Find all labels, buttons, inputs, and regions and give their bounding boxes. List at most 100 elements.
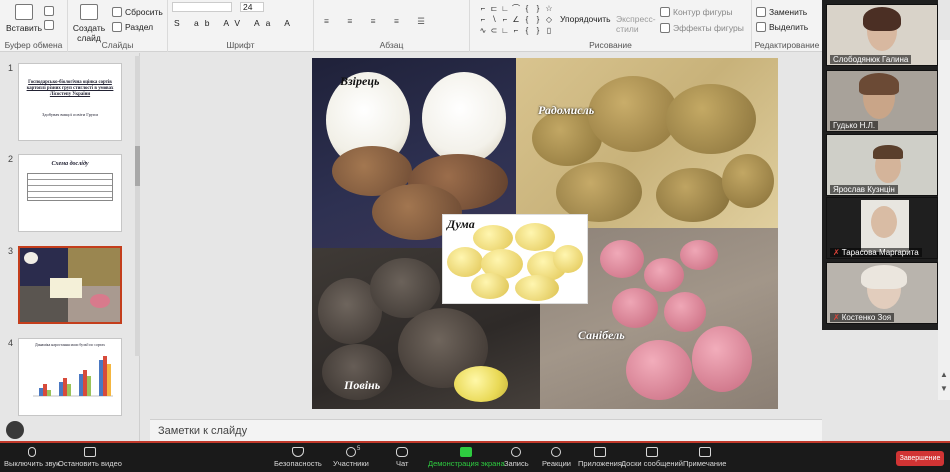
- stop-video-button[interactable]: Остановить видео: [58, 447, 122, 468]
- microphone-icon: [27, 447, 36, 457]
- smile-icon: [551, 447, 562, 457]
- paste-button[interactable]: Вставить: [6, 4, 42, 33]
- notes-icon: [698, 447, 711, 457]
- select-icon: [756, 22, 766, 32]
- apps-icon: [593, 447, 606, 457]
- font-group: 24 S ab AV Aa A Шрифт: [168, 0, 314, 52]
- participants-panel: Слободянюк Галина Гудько Н.Л. Ярослав Ку…: [822, 0, 938, 330]
- shape-outline-button[interactable]: Контур фигуры: [660, 7, 732, 17]
- reset-icon: [112, 7, 122, 17]
- scissors-icon: [44, 6, 54, 16]
- thumbnail-slide-3[interactable]: [18, 246, 122, 324]
- scroll-down-icon[interactable]: ▼: [940, 384, 948, 393]
- thumb-chart: [33, 356, 113, 397]
- express-styles-button[interactable]: Экспресс-стили: [616, 14, 656, 34]
- section-button[interactable]: Раздел: [112, 22, 153, 32]
- thumb-number: 2: [8, 154, 14, 164]
- participant-name: Слободянюк Галина: [830, 55, 912, 64]
- photo-radomysl: Радомисль: [516, 58, 778, 228]
- copy-icon: [44, 20, 54, 30]
- reset-button[interactable]: Сбросить: [112, 7, 163, 17]
- meeting-toolbar: Выключить звук Остановить видео Безопасн…: [0, 443, 950, 472]
- participant-name: ✗ Тарасова Маргарита: [830, 248, 922, 257]
- drawing-group-label: Рисование: [589, 40, 632, 50]
- participant-name: Ярослав Кузнцін: [830, 185, 898, 194]
- people-icon: [345, 447, 356, 457]
- avatar: [871, 206, 897, 238]
- label-vzirets: Взірець: [340, 74, 380, 88]
- photo-duma: Дума: [442, 214, 588, 304]
- label-povin: Повінь: [344, 378, 381, 392]
- cut-button[interactable]: [44, 6, 54, 16]
- thumb-number: 1: [8, 63, 14, 73]
- record-button[interactable]: Запись: [504, 447, 529, 468]
- scroll-up-icon[interactable]: ▲: [940, 370, 948, 379]
- notes-button[interactable]: Примечание: [683, 447, 726, 468]
- thumbnails-scrollbar[interactable]: [135, 56, 140, 356]
- share-screen-button[interactable]: Демонстрация экрана: [428, 447, 505, 468]
- participant-video-4[interactable]: ✗ Тарасова Маргарита: [826, 197, 938, 259]
- muted-mic-icon: ✗: [833, 248, 840, 257]
- thumb-number: 4: [8, 338, 14, 348]
- label-radomysl: Радомисль: [538, 103, 595, 117]
- select-button[interactable]: Выделить: [756, 22, 808, 32]
- copy-button[interactable]: [44, 20, 54, 30]
- participant-video-1[interactable]: Слободянюк Галина: [826, 4, 938, 66]
- thumbnail-slide-4[interactable]: Динаміка наростання маси бульб по сортах: [18, 338, 122, 416]
- editor-scrollbar[interactable]: ▲ ▼: [938, 40, 950, 400]
- clipboard-group-label: Буфер обмена: [4, 40, 63, 50]
- apps-button[interactable]: Приложения: [578, 447, 622, 468]
- security-button[interactable]: Безопасность: [274, 447, 322, 468]
- new-slide-button[interactable]: Создать слайд: [72, 4, 106, 43]
- font-group-label: Шрифт: [226, 40, 255, 50]
- muted-mic-icon: ✗: [833, 313, 840, 322]
- label-duma: Дума: [447, 217, 475, 231]
- chat-icon: [396, 447, 409, 457]
- new-slide-icon: [80, 4, 98, 20]
- whiteboard-icon: [645, 447, 658, 457]
- share-screen-icon: [460, 447, 473, 457]
- participant-name: Гудько Н.Л.: [830, 121, 879, 130]
- font-format-buttons[interactable]: S ab AV Aa A: [174, 18, 296, 28]
- app-window: Вставить Буфер обмена Создать слайд Сбро…: [0, 0, 950, 472]
- paste-icon: [15, 4, 34, 20]
- thumbnail-slide-1[interactable]: Господарсько-біологічна оцінка сортів ка…: [18, 63, 122, 141]
- shapes-gallery[interactable]: ⌐ ⊏ ∟ ⌒{} ☆ ⌐ ∖ ⌐ ∠{} ◇ ∿ ⊂ ∟ ⌐{} ▯: [478, 4, 553, 36]
- whiteboards-button[interactable]: Доски сообщений: [621, 447, 683, 468]
- record-icon: [511, 447, 522, 457]
- ribbon: Вставить Буфер обмена Создать слайд Сбро…: [0, 0, 822, 52]
- shape-effects-button[interactable]: Эффекты фигуры: [660, 23, 744, 33]
- font-name-select[interactable]: [172, 2, 232, 12]
- pen-icon[interactable]: [6, 421, 24, 439]
- slides-group: Создать слайд Сбросить Раздел Слайды: [68, 0, 168, 52]
- paragraph-group: ≡ ≡ ≡ ≡ ☰ Абзац: [314, 0, 470, 52]
- participant-video-5[interactable]: ✗ Костенко Зоя: [826, 262, 938, 324]
- section-icon: [112, 22, 122, 32]
- participant-name: ✗ Костенко Зоя: [830, 313, 895, 322]
- slide-thumbnails-pane: 1 Господарсько-біологічна оцінка сортів …: [0, 53, 140, 443]
- slide-canvas: Взірець Радомисль Повінь Санібель Дума: [312, 58, 778, 409]
- paragraph-group-label: Абзац: [379, 40, 404, 50]
- thumbnail-slide-2[interactable]: Схема досліду: [18, 154, 122, 232]
- drawing-group: ⌐ ⊏ ∟ ⌒{} ☆ ⌐ ∖ ⌐ ∠{} ◇ ∿ ⊂ ∟ ⌐{} ▯ Упорядочить Эксп…: [470, 0, 752, 52]
- label-sanibel: Санібель: [578, 328, 625, 342]
- participant-video-2[interactable]: Гудько Н.Л.: [826, 70, 938, 132]
- shield-icon: [291, 447, 304, 457]
- chat-button[interactable]: Чат: [396, 447, 408, 468]
- participant-video-3[interactable]: Ярослав Кузнцін: [826, 134, 938, 196]
- thumb-table: [27, 173, 113, 201]
- replace-icon: [756, 7, 766, 17]
- font-size-select[interactable]: 24: [240, 2, 264, 12]
- thumb-number: 3: [8, 246, 14, 256]
- notes-pane[interactable]: Заметки к слайду: [150, 419, 822, 441]
- participants-button[interactable]: Участники 5: [333, 446, 369, 468]
- mute-button[interactable]: Выключить звук: [4, 447, 59, 468]
- end-meeting-button[interactable]: Завершение: [896, 451, 944, 466]
- replace-button[interactable]: Заменить: [756, 7, 807, 17]
- align-buttons[interactable]: ≡ ≡ ≡ ≡ ☰: [324, 16, 433, 27]
- arrange-button[interactable]: Упорядочить: [560, 14, 611, 24]
- effects-icon: [660, 23, 670, 33]
- reactions-button[interactable]: Реакции: [542, 447, 571, 468]
- clipboard-group: Вставить Буфер обмена: [0, 0, 68, 52]
- camera-icon: [83, 447, 96, 457]
